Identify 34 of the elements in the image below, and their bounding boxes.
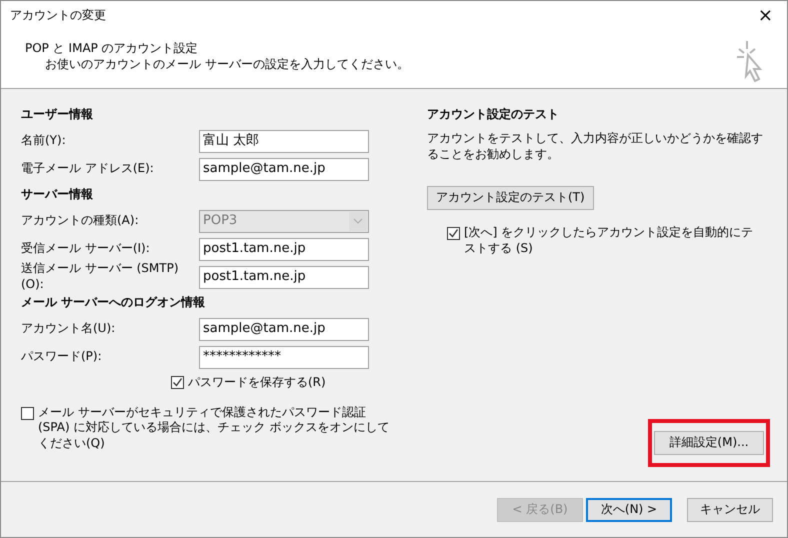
input-field[interactable]: post1.tam.ne.jp — [199, 266, 369, 288]
dialog-button[interactable]: 次へ(N) > — [586, 498, 672, 522]
field-label: 名前(Y): — [21, 133, 67, 149]
input-field[interactable]: 富山 太郎 — [199, 130, 369, 152]
input-field[interactable]: ************ — [199, 346, 369, 368]
header-subtitle: お使いのアカウントのメール サーバーの設定を入力してください。 — [44, 56, 409, 72]
section-heading: アカウント設定のテスト — [427, 106, 560, 124]
field-label: アカウントの種類(A): — [21, 213, 140, 229]
header-title: POP と IMAP のアカウント設定 — [25, 41, 199, 57]
checkbox-label[interactable]: パスワードを保存する(R) — [188, 375, 326, 391]
section-heading: メール サーバーへのログオン情報 — [21, 294, 206, 312]
input-field[interactable]: post1.tam.ne.jp — [199, 238, 369, 260]
caret-icon — [349, 212, 367, 230]
field-label: パスワード(P): — [21, 349, 103, 365]
field-label: 電子メール アドレス(E): — [21, 161, 155, 177]
section-heading: ユーザー情報 — [21, 106, 94, 124]
field-label: アカウント名(U): — [21, 321, 116, 337]
checkbox[interactable] — [21, 406, 34, 420]
dialog-button: < 戻る(B) — [497, 498, 583, 522]
checkbox[interactable] — [447, 227, 460, 240]
field-label: 送信メール サーバー (SMTP)(O): — [21, 261, 180, 293]
input-field[interactable]: sample@tam.ne.jp — [199, 318, 369, 340]
dialog-button[interactable]: キャンセル — [687, 498, 773, 522]
field-label: 受信メール サーバー(I): — [21, 241, 151, 257]
description-text: アカウントをテストして、入力内容が正しいかどうかを確認することをお勧めします。 — [427, 131, 764, 162]
close-button[interactable]: × — [754, 7, 777, 25]
window-title: アカウントの変更 — [10, 8, 106, 24]
checkbox-label[interactable]: メール サーバーがセキュリティで保護されたパスワード認証 (SPA) に対応している場合には、チェック ボックスをオンにしてください(Q) — [38, 404, 401, 452]
checkbox[interactable] — [171, 376, 184, 390]
checkbox-label[interactable]: [次へ] をクリックしたらアカウント設定を自動的にテストする (S) — [464, 225, 764, 256]
input-field[interactable]: sample@tam.ne.jp — [199, 158, 369, 180]
test-settings-button[interactable]: アカウント設定のテスト(T) — [427, 186, 594, 210]
advanced-settings-button[interactable]: 詳細設定(M)... — [654, 431, 764, 455]
section-heading: サーバー情報 — [21, 186, 94, 204]
